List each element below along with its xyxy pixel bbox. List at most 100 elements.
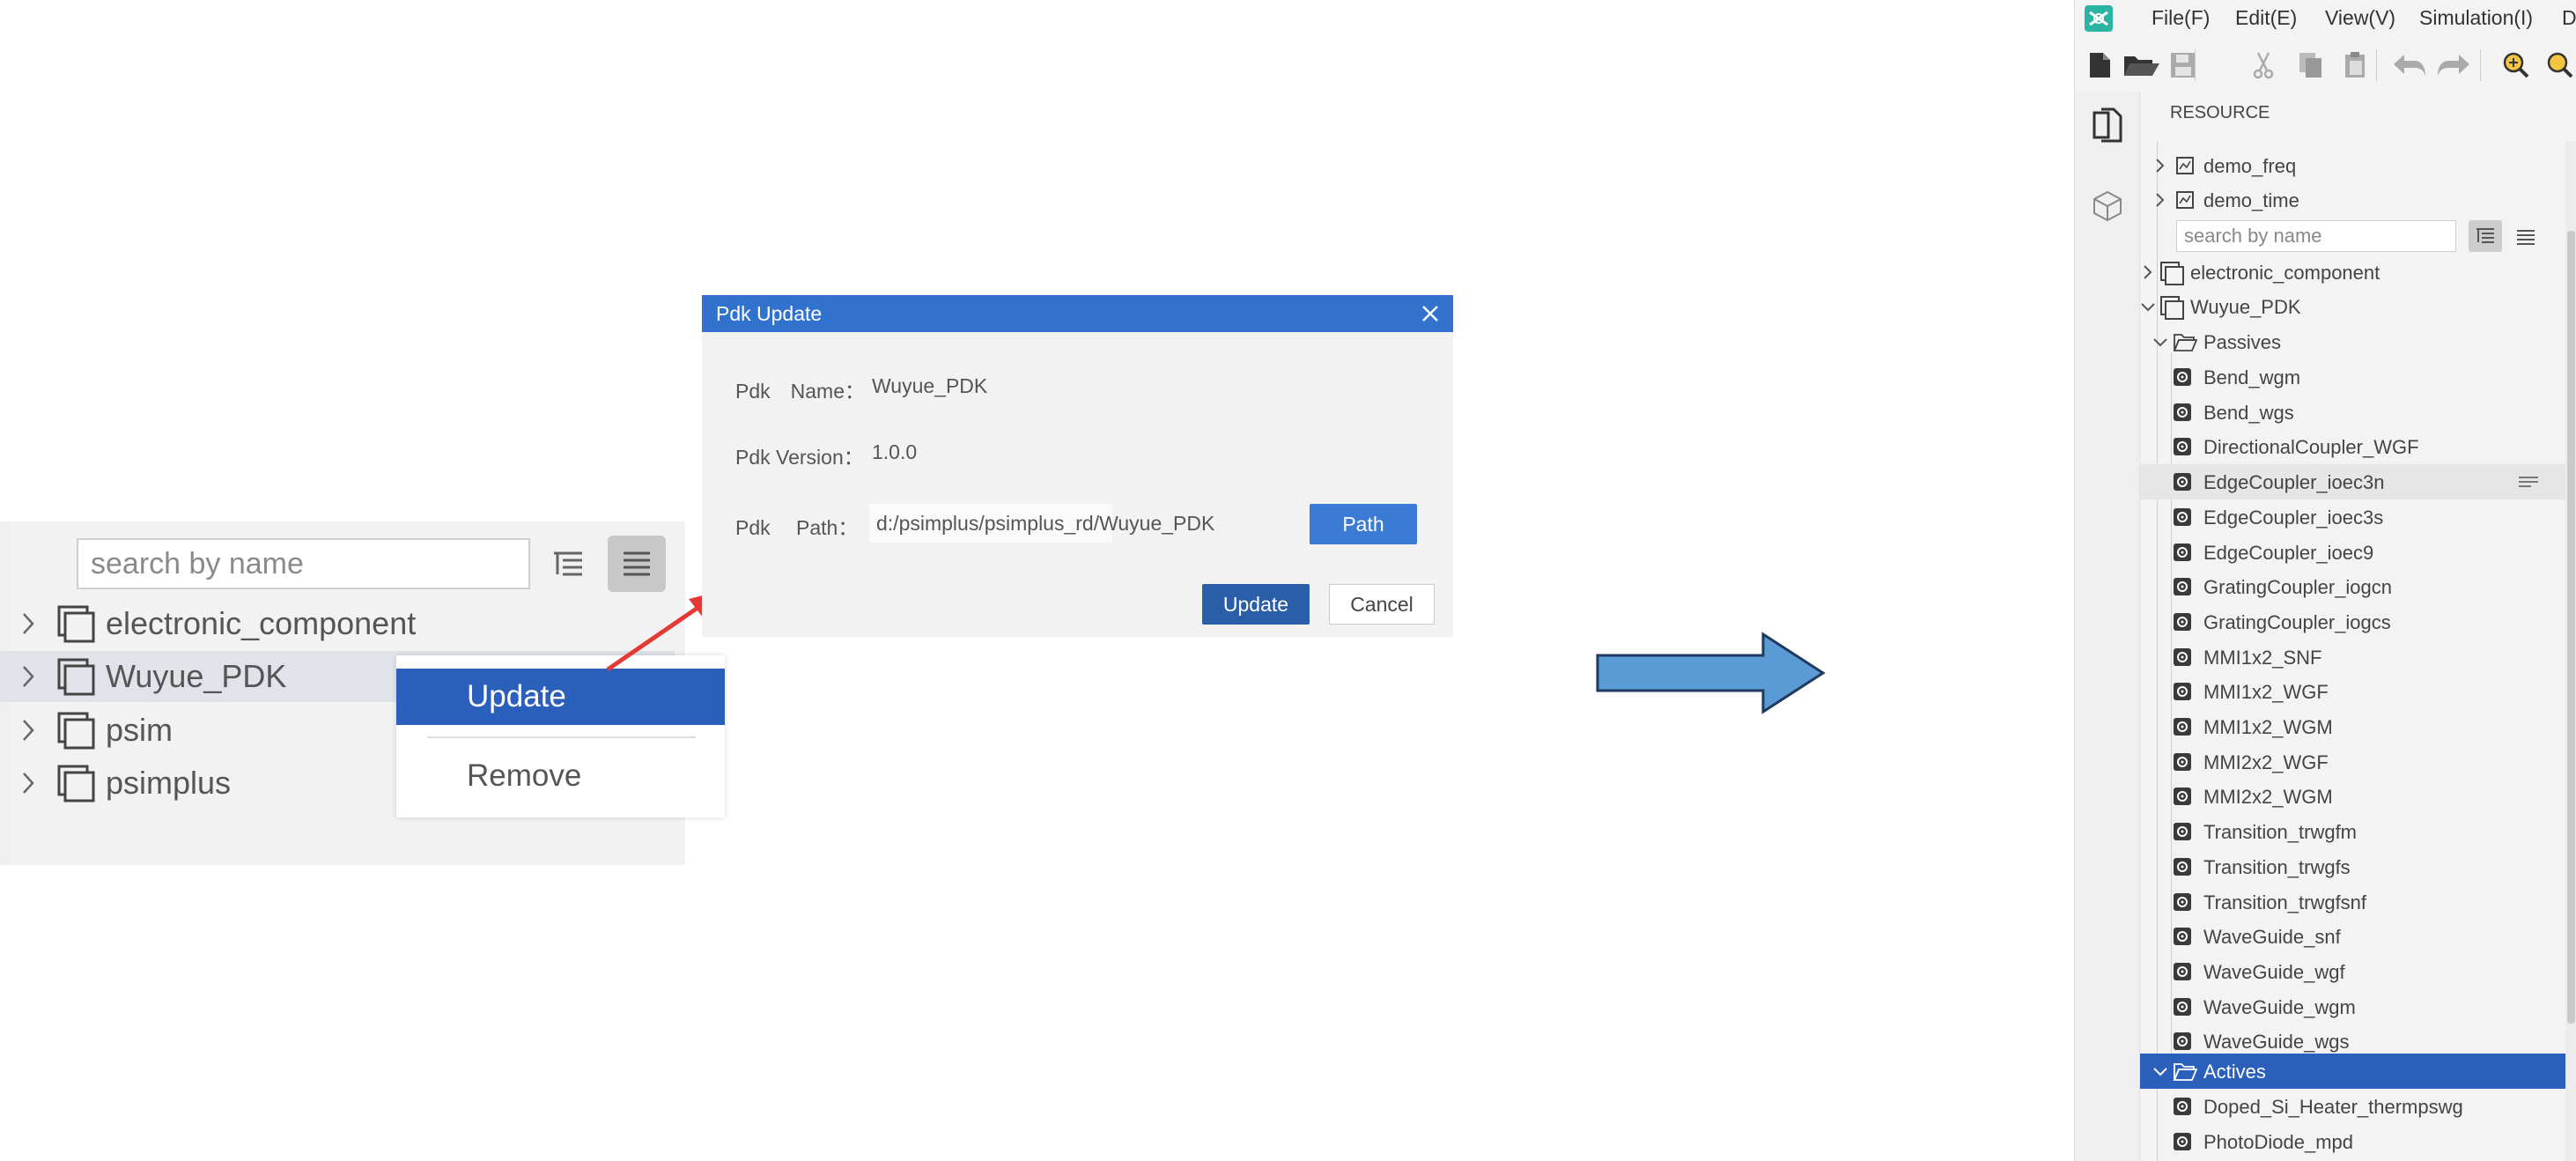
component-item[interactable]: Doped_Si_Heater_thermpswg [2140,1089,2576,1124]
menu-edit[interactable]: Edit(E) [2235,6,2297,30]
redo-icon[interactable] [2436,53,2471,78]
component-item[interactable]: MMI2x2_WGF [2140,744,2576,780]
component-icon [2173,472,2192,492]
path-button[interactable]: Path [1310,504,1417,544]
component-item[interactable]: WaveGuide_snf [2140,919,2576,954]
component-item[interactable]: MMI1x2_SNF [2140,640,2576,675]
component-label: Bend_wgs [2203,401,2294,424]
component-icon [2173,647,2192,667]
toolbar-divider [2376,49,2377,81]
component-cube-icon[interactable] [2093,190,2122,222]
chevron-right-icon[interactable] [19,610,37,637]
update-button[interactable]: Update [1202,584,1310,625]
tree-item-label: psimplus [106,765,232,801]
component-item[interactable]: WaveGuide_wgm [2140,989,2576,1024]
component-label: Doped_Si_Heater_thermpswg [2203,1096,2463,1118]
component-item[interactable]: Transition_trwgfsnf [2140,884,2576,920]
chevron-right-icon[interactable] [2142,264,2152,280]
component-label: GratingCoupler_iogcs [2203,610,2391,633]
chevron-right-icon[interactable] [19,663,37,690]
component-label: EdgeCoupler_ioec3s [2203,506,2384,529]
component-item[interactable]: MMI1x2_WGF [2140,674,2576,709]
component-item[interactable]: EdgeCoupler_ioec3n [2140,464,2576,500]
tree-item-demo-freq[interactable]: demo_freq [2140,148,2576,183]
chevron-right-icon[interactable] [2154,158,2165,174]
component-label: MMI2x2_WGF [2203,751,2329,773]
left-search-input[interactable]: search by name [77,538,530,589]
tree-item-label: Actives [2203,1061,2266,1083]
menu-d[interactable]: D [2562,6,2576,30]
tree-view-icon[interactable] [543,541,593,588]
component-item[interactable]: Transition_trwgfs [2140,849,2576,884]
pdk-path-field[interactable]: d:/psimplus/psimplus_rd/Wuyue_PDK [869,504,1214,543]
tree-item-actives[interactable]: Actives [2140,1054,2565,1089]
component-item[interactable]: EdgeCoupler_ioec9 [2140,535,2576,570]
chevron-right-icon[interactable] [2154,192,2165,208]
tree-item-demo-time[interactable]: demo_time [2140,182,2576,218]
component-item[interactable]: MMI2x2_WGM [2140,779,2576,814]
pdk-name-value: Wuyue_PDK [872,374,988,397]
menu-view[interactable]: View(V) [2325,6,2395,30]
component-item[interactable]: MMI1x2_WGM [2140,709,2576,744]
schematic-file-icon [2175,190,2195,210]
close-icon[interactable] [1420,303,1441,324]
context-menu-remove[interactable]: Remove [396,748,725,804]
big-right-arrow-icon [1596,632,1826,714]
schematic-file-icon [2175,156,2195,175]
component-label: EdgeCoupler_ioec9 [2203,541,2374,564]
paste-icon[interactable] [2343,51,2368,79]
scrollbar-thumb[interactable] [2567,231,2575,1024]
component-item[interactable]: DirectionalCoupler_WGF [2140,429,2576,464]
component-icon [2173,507,2192,527]
new-file-icon[interactable] [2086,51,2113,79]
component-label: Transition_trwgfsnf [2203,891,2367,913]
component-item[interactable]: PhotoDiode_mpd [2140,1124,2576,1159]
pdk-path-label: Pdk Path： [735,516,859,539]
component-icon [2173,1032,2192,1051]
component-item[interactable]: WaveGuide_wgf [2140,954,2576,989]
component-icon [2173,927,2192,946]
component-icon [2173,962,2192,981]
component-icon [2173,787,2192,806]
menu-bar: File(F) Edit(E) View(V) Simulation(I) D [2075,0,2576,39]
tree-item-label: psim [106,712,173,748]
component-icon [2173,437,2192,456]
zoom-in-icon[interactable] [2502,51,2530,79]
copy-icon[interactable] [2298,51,2324,79]
component-icon [2173,892,2192,912]
menu-file[interactable]: File(F) [2152,6,2210,30]
cancel-button[interactable]: Cancel [1329,584,1435,625]
component-icon [2173,752,2192,772]
tree-item-label: demo_freq [2203,155,2297,177]
component-item[interactable]: Bend_wgm [2140,359,2576,395]
chevron-down-icon[interactable] [2152,1066,2168,1076]
zoom-out-icon[interactable] [2546,51,2574,79]
tree-item-electronic-component[interactable]: electronic_component [0,598,675,649]
undo-icon[interactable] [2392,53,2427,78]
component-icon [2173,997,2192,1017]
folder-open-icon [2173,1062,2197,1082]
tree-item-electronic-component[interactable]: electronic_component [2140,255,2576,290]
component-icon [2173,612,2192,632]
component-item[interactable]: GratingCoupler_iogcs [2140,604,2576,640]
chevron-right-icon[interactable] [19,717,37,743]
chevron-down-icon[interactable] [2140,301,2156,312]
resource-search-input[interactable]: search by name [2176,220,2456,252]
component-item[interactable]: Bend_wgs [2140,395,2576,430]
tree-item-passives[interactable]: Passives [2140,324,2576,359]
chevron-right-icon[interactable] [19,770,37,796]
component-item[interactable]: EdgeCoupler_ioec3s [2140,499,2576,535]
tree-item-wuyue-pdk[interactable]: Wuyue_PDK [2140,289,2576,324]
chevron-down-icon[interactable] [2152,336,2168,347]
list-view-icon[interactable] [2511,222,2541,252]
save-icon[interactable] [2169,51,2197,79]
component-item[interactable]: GratingCoupler_iogcn [2140,569,2576,604]
menu-divider [427,736,696,738]
open-folder-icon[interactable] [2122,51,2161,79]
cut-icon[interactable] [2251,51,2276,79]
tree-view-icon[interactable] [2469,220,2502,252]
item-menu-icon[interactable] [2517,473,2540,491]
menu-simulation[interactable]: Simulation(I) [2419,6,2533,30]
component-item[interactable]: Transition_trwgfm [2140,814,2576,849]
files-icon[interactable] [2091,106,2124,144]
